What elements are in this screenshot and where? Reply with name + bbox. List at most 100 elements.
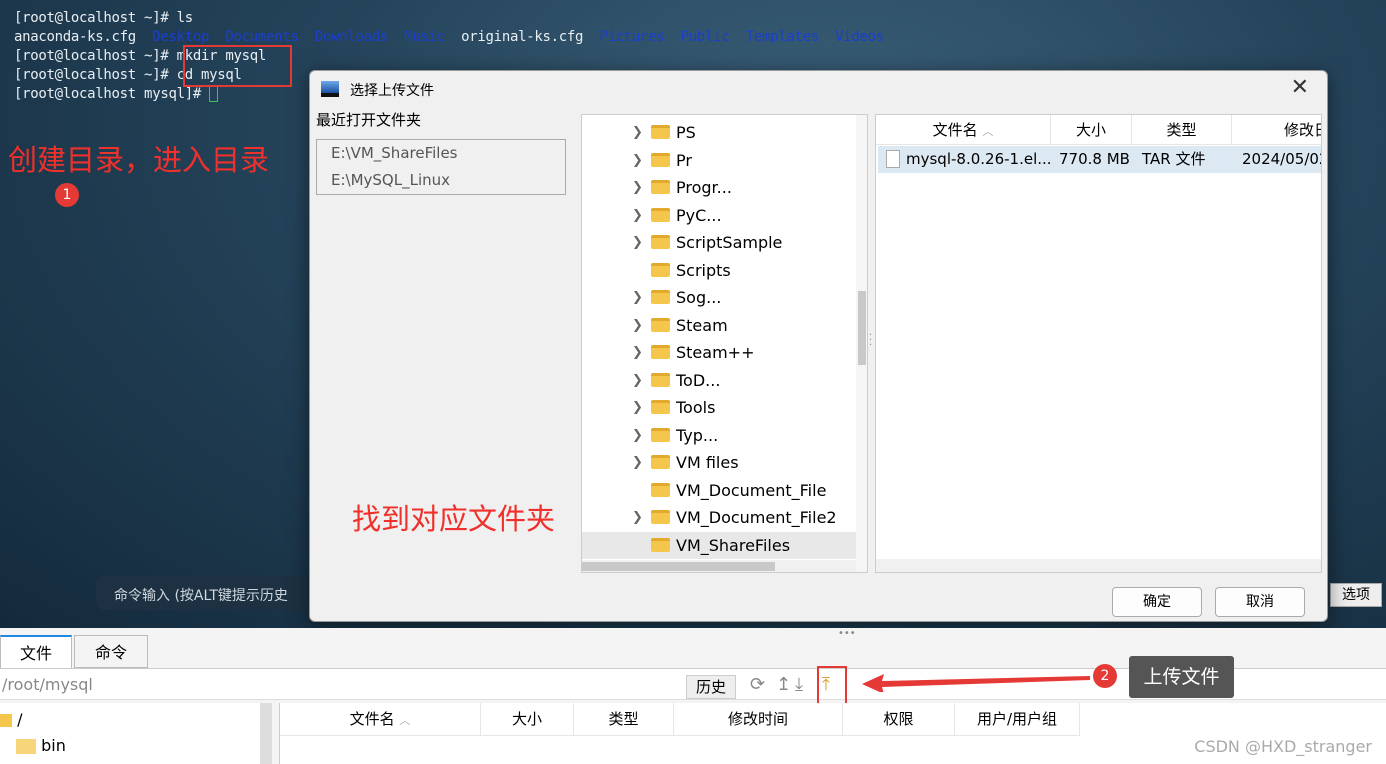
chevron-right-icon[interactable]: ❯ — [632, 339, 643, 366]
col-modified[interactable]: 修改时间 — [674, 703, 843, 736]
tree-item-label: VM_Document_File — [676, 480, 827, 500]
dir-entry: Public — [680, 29, 730, 45]
chevron-right-icon[interactable]: ❯ — [632, 367, 643, 394]
chevron-right-icon[interactable]: ❯ — [632, 202, 643, 229]
chevron-right-icon[interactable]: ❯ — [632, 119, 643, 146]
tree-item[interactable]: ❯ PyC... — [582, 202, 857, 229]
parent-dir-icon[interactable]: ↥ — [776, 674, 791, 695]
tab-commands[interactable]: 命令 — [74, 635, 148, 668]
options-button[interactable]: 选项 — [1330, 583, 1382, 607]
folder-icon — [651, 262, 670, 277]
tree-item[interactable]: ❯ Sog... — [582, 284, 857, 311]
tree-item-label: ScriptSample — [676, 233, 783, 252]
prompt: [root@localhost mysql]# — [14, 86, 210, 102]
tree-scrollbar[interactable] — [260, 703, 272, 764]
tree-item-bin[interactable]: bin — [16, 736, 66, 755]
annotation-step2: 找到对应文件夹 — [352, 502, 556, 536]
terminal-line: anaconda-ks.cfg Desktop Documents Downlo… — [14, 29, 900, 45]
remote-tree: / bin — [0, 703, 272, 764]
tree-item[interactable]: ❯ Tools — [582, 394, 857, 421]
col-modified[interactable]: 修改日 — [1232, 115, 1321, 145]
file-list: 文件名 ︿ 大小 类型 修改日 mysql-8.0.26-1.el... 770… — [875, 114, 1322, 573]
recent-folders-list: E:\VM_ShareFiles E:\MySQL_Linux — [316, 139, 566, 195]
tree-label: bin — [41, 736, 66, 755]
tree-horizontal-scrollbar[interactable] — [582, 560, 856, 572]
tree-item-label: Pr — [676, 150, 692, 170]
col-name[interactable]: 文件名 ︿ — [280, 703, 481, 736]
chevron-right-icon[interactable]: ❯ — [632, 504, 643, 531]
tree-item-root[interactable]: / — [0, 710, 22, 729]
tree-label: / — [17, 710, 23, 729]
tree-item-label: Progr... — [676, 178, 732, 197]
tree-item-label: VM_ShareFiles — [676, 535, 791, 555]
dir-entry: Documents — [225, 29, 299, 45]
sort-up-icon: ︿ — [399, 714, 411, 727]
close-icon[interactable]: ✕ — [1291, 75, 1309, 100]
chevron-right-icon[interactable]: ❯ — [632, 174, 643, 201]
tree-item[interactable]: ❯ Steam++ — [582, 339, 857, 366]
tree-item[interactable]: ❯ Steam — [582, 312, 857, 339]
file-row[interactable]: mysql-8.0.26-1.el... 770.8 MB TAR 文件 202… — [878, 146, 1322, 173]
tree-item[interactable]: ❯ Progr... — [582, 174, 857, 201]
dialog-title: 选择上传文件 — [350, 83, 434, 99]
folder-icon — [651, 207, 670, 222]
history-button[interactable]: 历史 — [686, 675, 736, 699]
cursor — [209, 86, 219, 102]
tab-files[interactable]: 文件 — [0, 635, 72, 668]
watermark: CSDN @HXD_stranger — [1194, 737, 1372, 756]
step-badge-2: 2 — [1093, 664, 1117, 688]
tree-vertical-scrollbar[interactable] — [856, 115, 867, 572]
tree-item[interactable]: ❯ VM_Document_File2 — [582, 504, 857, 531]
file-entry: anaconda-ks.cfg — [14, 29, 136, 45]
col-name[interactable]: 文件名 ︿ — [876, 115, 1051, 145]
folder-icon — [651, 290, 670, 304]
tree-item[interactable]: ❯ Typ... — [582, 422, 857, 449]
highlight-box — [183, 45, 292, 87]
chevron-right-icon[interactable]: ❯ — [632, 422, 643, 449]
folder-icon — [651, 427, 670, 442]
chevron-right-icon[interactable]: ❯ — [632, 394, 643, 421]
tree-item[interactable]: ❯ VM files — [582, 449, 857, 476]
chevron-right-icon[interactable]: ❯ — [632, 147, 643, 174]
folder-icon — [651, 180, 670, 194]
tree-item-label: Steam — [676, 315, 728, 335]
files-horizontal-scrollbar[interactable] — [876, 559, 1321, 572]
tree-item[interactable]: ❯ PS — [582, 119, 857, 146]
col-size[interactable]: 大小 — [481, 703, 574, 736]
cancel-button[interactable]: 取消 — [1215, 587, 1305, 617]
recent-folder[interactable]: E:\MySQL_Linux — [317, 167, 565, 194]
tree-item[interactable]: ❯ Pr — [582, 147, 857, 174]
tree-item-label: Sog... — [676, 288, 722, 307]
folder-icon — [651, 345, 670, 359]
col-owner[interactable]: 用户/用户组 — [955, 703, 1080, 736]
folder-icon — [651, 537, 670, 552]
tree-item[interactable]: Scripts — [582, 257, 857, 284]
chevron-right-icon[interactable]: ❯ — [632, 229, 643, 256]
tree-item[interactable]: VM_Document_File — [582, 477, 857, 504]
sftp-panel: ••• 文件 命令 /root/mysql 历史 ⟳ ↥ ⤓ ⤒ 2 上传文件 … — [0, 628, 1386, 764]
recent-folder[interactable]: E:\VM_ShareFiles — [317, 140, 565, 167]
tree-item[interactable]: VM_ShareFiles — [582, 531, 857, 559]
tree-item-label: Typ... — [676, 425, 719, 445]
download-icon[interactable]: ⤓ — [795, 674, 803, 695]
tree-item-label: ToD... — [676, 370, 721, 390]
folder-icon — [651, 317, 670, 332]
ok-button[interactable]: 确定 — [1112, 587, 1202, 617]
file-modified: 2024/05/02 — [1242, 150, 1322, 168]
col-type[interactable]: 类型 — [1132, 115, 1232, 145]
tree-item[interactable]: ❯ ScriptSample — [582, 229, 857, 256]
refresh-icon[interactable]: ⟳ — [750, 674, 765, 695]
file-size: 770.8 MB — [1059, 150, 1130, 168]
col-size[interactable]: 大小 — [1051, 115, 1132, 145]
dir-entry: Music — [404, 29, 445, 45]
chevron-right-icon[interactable]: ❯ — [632, 449, 643, 476]
chevron-right-icon[interactable]: ❯ — [632, 284, 643, 311]
splitter-handle[interactable]: · · · — [869, 331, 872, 351]
col-type[interactable]: 类型 — [574, 703, 674, 736]
command-input[interactable]: 命令输入 (按ALT键提示历史 — [96, 576, 336, 610]
col-permissions[interactable]: 权限 — [843, 703, 955, 736]
resize-handle[interactable]: ••• — [838, 628, 856, 639]
annotation-step1: 创建目录，进入目录 — [8, 143, 270, 177]
tree-item[interactable]: ❯ ToD... — [582, 367, 857, 394]
chevron-right-icon[interactable]: ❯ — [632, 312, 643, 339]
